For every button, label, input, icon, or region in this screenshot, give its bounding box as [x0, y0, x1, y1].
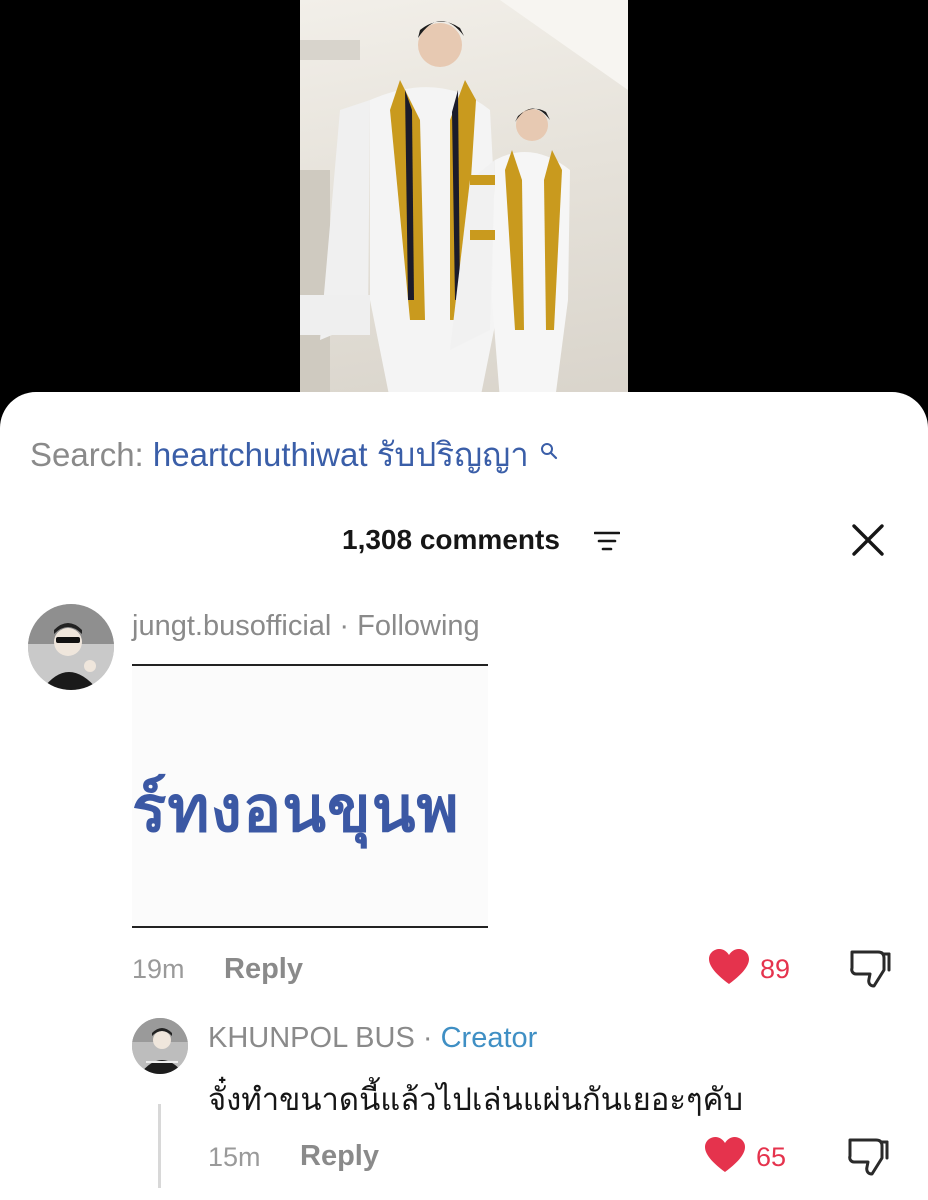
avatar[interactable]	[132, 1018, 188, 1074]
reply-button[interactable]: Reply	[300, 1140, 379, 1173]
video-player[interactable]	[0, 0, 928, 400]
comments-header: 1,308 comments	[0, 520, 928, 564]
comment-username[interactable]: jungt.busofficial	[132, 610, 331, 642]
reply-username[interactable]: KHUNPOL BUS	[208, 1022, 415, 1054]
reply-time: 15m	[208, 1142, 261, 1172]
heart-icon[interactable]	[704, 1136, 746, 1179]
creator-badge: Creator	[440, 1022, 538, 1054]
reply-button[interactable]: Reply	[224, 953, 303, 986]
reply-text: จั๋งทำขนาดนี้แล้วไปเล่นแผ่นกันเยอะๆคับ	[208, 1082, 744, 1117]
search-prefix: Search:	[30, 436, 144, 473]
close-icon[interactable]	[848, 520, 888, 560]
comments-count: 1,308 comments	[342, 524, 560, 555]
relation-badge: Following	[357, 610, 480, 642]
comment-time: 19m	[132, 954, 185, 984]
comment-sticker[interactable]: ร์ทงอนขุนพ	[132, 664, 488, 928]
dislike-icon[interactable]	[848, 948, 892, 993]
avatar[interactable]	[28, 604, 114, 690]
search-icon[interactable]	[540, 430, 558, 468]
separator: ·	[414, 1022, 441, 1054]
dislike-icon[interactable]	[846, 1136, 890, 1181]
thread-line	[158, 1104, 161, 1188]
video-thumbnail	[300, 0, 628, 400]
search-suggestion[interactable]: Search: heartchuthiwat รับปริญญา	[30, 428, 558, 481]
sort-icon[interactable]	[593, 530, 621, 557]
like-count: 65	[756, 1142, 787, 1172]
separator: ·	[331, 610, 358, 642]
comment-username-line: jungt.busofficial · Following	[132, 610, 480, 643]
search-query[interactable]: heartchuthiwat รับปริญญา	[153, 436, 529, 473]
reply-username-line: KHUNPOL BUS · Creator	[208, 1022, 537, 1055]
sticker-text: ร์ทงอนขุนพ	[132, 773, 460, 845]
heart-icon[interactable]	[708, 948, 750, 991]
comments-sheet: Search: heartchuthiwat รับปริญญา 1,308 c…	[0, 392, 928, 1200]
like-count: 89	[760, 954, 791, 984]
